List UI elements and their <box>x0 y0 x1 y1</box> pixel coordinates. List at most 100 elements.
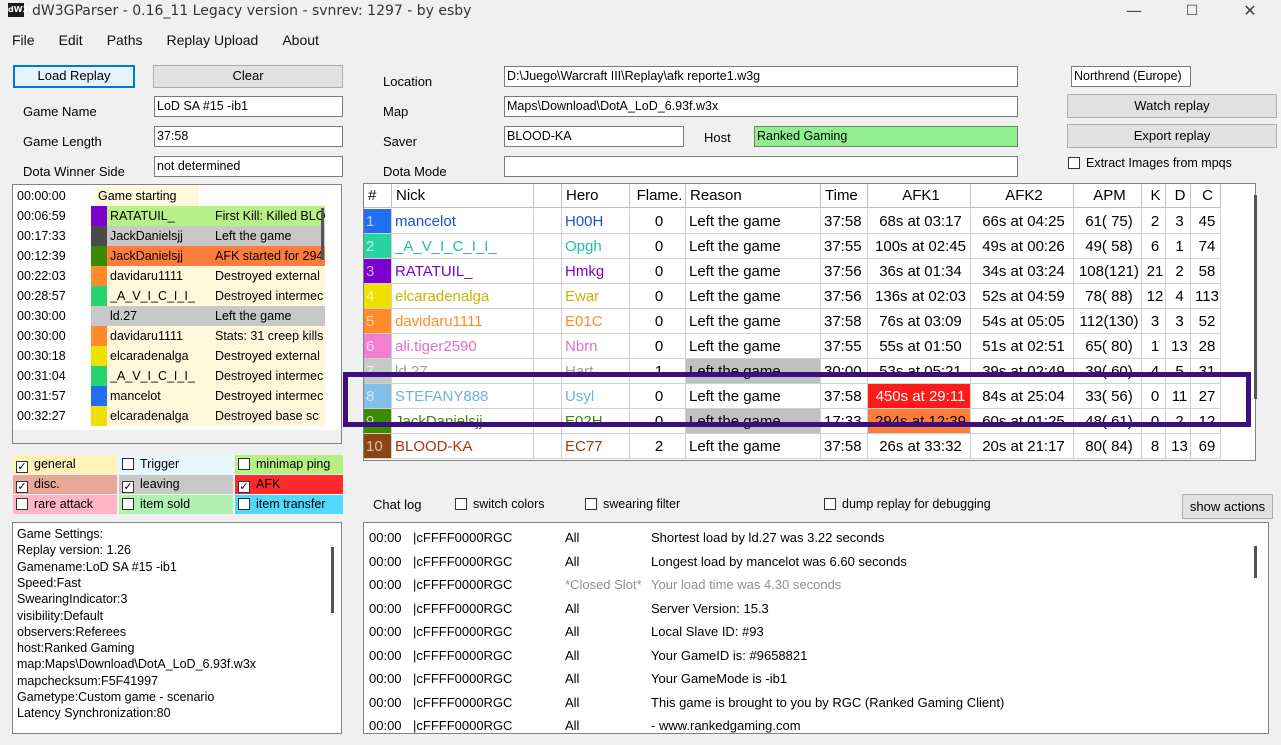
grid-cell-d[interactable]: 2 <box>1166 259 1191 284</box>
grid-cell-blank[interactable] <box>534 434 562 459</box>
game-length-field[interactable]: 37:58 <box>154 126 343 147</box>
grid-cell-reason[interactable]: Left the game <box>686 209 821 234</box>
clear-button[interactable]: Clear <box>153 65 343 88</box>
swearing-filter-checkbox[interactable]: swearing filter <box>582 495 680 514</box>
grid-cell-afk1[interactable]: 36s at 01:34 <box>868 259 971 284</box>
grid-cell-afk1[interactable]: 100s at 02:45 <box>868 234 971 259</box>
menu-edit[interactable]: Edit <box>47 30 95 52</box>
grid-cell-afk1[interactable]: 76s at 03:09 <box>868 309 971 334</box>
grid-cell-d[interactable]: 3 <box>1166 209 1191 234</box>
grid-cell-k[interactable]: 2 <box>1142 209 1166 234</box>
checkbox-box[interactable] <box>238 498 250 510</box>
grid-cell-afk2[interactable]: 54s at 05:05 <box>971 309 1074 334</box>
grid-cell-nick[interactable]: BLOOD-KA <box>392 434 534 459</box>
grid-cell-afk1[interactable]: 26s at 33:32 <box>868 434 971 459</box>
grid-cell-afk2[interactable]: 20s at 21:17 <box>971 434 1074 459</box>
export-replay-button[interactable]: Export replay <box>1067 124 1277 148</box>
grid-header-reason[interactable]: Reason <box>686 184 821 208</box>
filter-disc[interactable]: ✓ disc. <box>13 475 117 494</box>
saver-field[interactable]: BLOOD-KA <box>504 126 684 147</box>
event-row[interactable]: 00:17:33 JackDanielsjj Left the game <box>15 226 325 246</box>
checkbox-box[interactable] <box>1068 157 1080 169</box>
chat-row[interactable]: 00:00 |cFFFF0000RGC *Closed Slot* Your load… <box>364 573 1244 597</box>
grid-cell-num[interactable]: 4 <box>364 284 392 309</box>
chat-row[interactable]: 00:00 |cFFFF0000RGC All Longest load by man… <box>364 550 1244 574</box>
grid-cell-d[interactable]: 13 <box>1166 434 1191 459</box>
events-list[interactable]: 00:00:00 Game starting 00:06:59 RATATUIL_ Fi… <box>12 184 342 444</box>
grid-cell-hero[interactable]: E01C <box>562 309 630 334</box>
dota-mode-field[interactable] <box>504 156 1018 177</box>
grid-header-afk2[interactable]: AFK2 <box>971 184 1074 208</box>
checkbox-box[interactable] <box>824 498 836 510</box>
checkbox-box[interactable]: ✓ <box>122 481 134 493</box>
chat-row[interactable]: 00:00 |cFFFF0000RGC All Shortest load by ld… <box>364 526 1244 550</box>
chat-row[interactable]: 00:00 |cFFFF0000RGC All Your GameMode is -i… <box>364 667 1244 691</box>
filter-item-transfer[interactable]: item transfer <box>235 495 343 514</box>
grid-cell-afk2[interactable]: 52s at 04:59 <box>971 284 1074 309</box>
grid-cell-apm[interactable]: 80( 84) <box>1074 434 1142 459</box>
grid-cell-nick[interactable]: elcaradenalga <box>392 284 534 309</box>
grid-cell-flame[interactable]: 0 <box>630 259 686 284</box>
chat-log[interactable]: 00:00 |cFFFF0000RGC All Shortest load by ld… <box>363 522 1269 734</box>
event-row[interactable]: 00:12:39 JackDanielsjj AFK started for 294 <box>15 246 325 266</box>
events-hscrollbar[interactable] <box>12 430 342 444</box>
grid-cell-c[interactable]: 69 <box>1191 434 1221 459</box>
filter-minimap-ping[interactable]: minimap ping <box>235 455 343 474</box>
grid-cell-reason[interactable]: Left the game <box>686 259 821 284</box>
event-row[interactable]: 00:00:00 Game starting <box>15 186 325 206</box>
grid-cell-reason[interactable]: Left the game <box>686 284 821 309</box>
filter-item-sold[interactable]: item sold <box>119 495 233 514</box>
checkbox-box[interactable] <box>122 458 134 470</box>
event-row[interactable]: 00:30:18 elcaradenalga Destroyed external <box>15 346 325 366</box>
grid-cell-reason[interactable]: Left the game <box>686 234 821 259</box>
switch-colors-checkbox[interactable]: switch colors <box>452 495 545 514</box>
grid-cell-d[interactable]: 4 <box>1166 284 1191 309</box>
grid-cell-hero[interactable]: H00H <box>562 209 630 234</box>
grid-cell-hero[interactable]: Nbrn <box>562 334 630 359</box>
maximize-icon[interactable]: ☐ <box>1169 0 1215 24</box>
minimize-icon[interactable]: — <box>1111 0 1157 24</box>
grid-scroll-thumb[interactable] <box>1254 195 1257 399</box>
event-row[interactable]: 00:28:57 _A_V_I_C_I_I_ Destroyed intermec <box>15 286 325 306</box>
checkbox-box[interactable] <box>16 498 28 510</box>
grid-cell-d[interactable]: 1 <box>1166 234 1191 259</box>
grid-cell-apm[interactable]: 61( 75) <box>1074 209 1142 234</box>
grid-cell-k[interactable]: 6 <box>1142 234 1166 259</box>
grid-header-nick[interactable]: Nick <box>392 184 534 208</box>
load-replay-button[interactable]: Load Replay <box>13 65 135 88</box>
grid-header-hero[interactable]: Hero <box>562 184 630 208</box>
grid-cell-c[interactable]: 45 <box>1191 209 1221 234</box>
grid-cell-blank[interactable] <box>534 234 562 259</box>
grid-cell-blank[interactable] <box>534 309 562 334</box>
grid-header-time[interactable]: Time <box>821 184 868 208</box>
map-field[interactable]: Maps\Download\DotA_LoD_6.93f.w3x <box>504 96 1018 117</box>
filter-leaving[interactable]: ✓ leaving <box>119 475 233 494</box>
settings-scroll-thumb[interactable] <box>331 547 334 613</box>
checkbox-box[interactable] <box>585 498 597 510</box>
event-row[interactable]: 00:22:03 davidaru1111 Destroyed external <box>15 266 325 286</box>
grid-cell-afk2[interactable]: 49s at 00:26 <box>971 234 1074 259</box>
filter-trigger[interactable]: Trigger <box>119 455 233 474</box>
grid-cell-k[interactable]: 3 <box>1142 309 1166 334</box>
grid-cell-nick[interactable]: _A_V_I_C_I_I_ <box>392 234 534 259</box>
menu-paths[interactable]: Paths <box>95 30 155 52</box>
close-icon[interactable]: ✕ <box>1227 0 1273 24</box>
grid-cell-flame[interactable]: 0 <box>630 209 686 234</box>
grid-cell-c[interactable]: 28 <box>1191 334 1221 359</box>
grid-cell-d[interactable]: 3 <box>1166 309 1191 334</box>
location-field[interactable]: D:\Juego\Warcraft III\Replay\afk reporte… <box>504 66 1018 87</box>
chat-row[interactable]: 00:00 |cFFFF0000RGC All - www.rankedgaming.… <box>364 714 1244 733</box>
grid-cell-blank[interactable] <box>534 284 562 309</box>
menu-replay-upload[interactable]: Replay Upload <box>155 30 271 52</box>
extract-images-checkbox[interactable]: Extract Images from mpqs <box>1065 154 1279 173</box>
grid-cell-nick[interactable]: ali.tiger2590 <box>392 334 534 359</box>
grid-header-c[interactable]: C <box>1191 184 1221 208</box>
filter-rare-attack[interactable]: rare attack <box>13 495 117 514</box>
grid-cell-apm[interactable]: 112(130) <box>1074 309 1142 334</box>
grid-cell-time[interactable]: 37:56 <box>821 259 868 284</box>
chat-scroll-thumb[interactable] <box>1254 546 1257 578</box>
grid-cell-time[interactable]: 37:56 <box>821 284 868 309</box>
grid-cell-nick[interactable]: davidaru1111 <box>392 309 534 334</box>
grid-cell-k[interactable]: 21 <box>1142 259 1166 284</box>
menu-file[interactable]: File <box>0 30 47 52</box>
